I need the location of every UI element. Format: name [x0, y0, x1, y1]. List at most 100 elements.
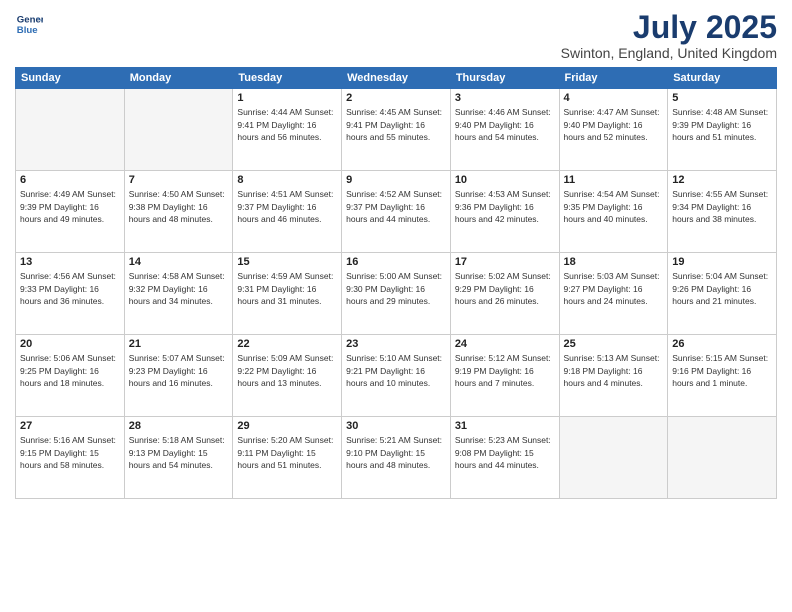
- day-number: 13: [20, 256, 120, 268]
- calendar-cell: 23 Sunrise: 5:10 AM Sunset: 9:21 PM Dayli…: [342, 335, 451, 417]
- day-info: Sunrise: 5:02 AM Sunset: 9:29 PM Dayligh…: [455, 270, 555, 307]
- calendar-cell: [16, 89, 125, 171]
- day-info: Sunrise: 4:56 AM Sunset: 9:33 PM Dayligh…: [20, 270, 120, 307]
- calendar-cell: 11Sunrise: 4:54 AM Sunset: 9:35 PM Dayli…: [559, 171, 668, 253]
- day-number: 31: [455, 420, 555, 432]
- day-info: Sunrise: 5:09 AM Sunset: 9:22 PM Dayligh…: [237, 352, 337, 389]
- day-number: 24: [455, 338, 555, 350]
- svg-text:General: General: [17, 14, 43, 25]
- calendar-cell: 2 Sunrise: 4:45 AM Sunset: 9:41 PM Daylig…: [342, 89, 451, 171]
- calendar-cell: 20Sunrise: 5:06 AM Sunset: 9:25 PM Dayli…: [16, 335, 125, 417]
- day-info: Sunrise: 5:15 AM Sunset: 9:16 PM Dayligh…: [672, 352, 772, 389]
- day-number: 1: [237, 92, 337, 104]
- weekday-header: Saturday: [668, 68, 777, 89]
- day-info: Sunrise: 4:49 AM Sunset: 9:39 PM Dayligh…: [20, 188, 120, 225]
- main-title: July 2025: [561, 10, 777, 45]
- day-number: 21: [129, 338, 229, 350]
- day-info: Sunrise: 5:04 AM Sunset: 9:26 PM Dayligh…: [672, 270, 772, 307]
- day-info: Sunrise: 5:20 AM Sunset: 9:11 PM Dayligh…: [237, 434, 337, 471]
- weekday-header: Monday: [124, 68, 233, 89]
- day-number: 6: [20, 174, 120, 186]
- day-number: 25: [564, 338, 664, 350]
- day-number: 4: [564, 92, 664, 104]
- calendar-cell: 30Sunrise: 5:21 AM Sunset: 9:10 PM Dayli…: [342, 417, 451, 499]
- day-info: Sunrise: 5:23 AM Sunset: 9:08 PM Dayligh…: [455, 434, 555, 471]
- day-info: Sunrise: 4:52 AM Sunset: 9:37 PM Dayligh…: [346, 188, 446, 225]
- calendar-cell: 25 Sunrise: 5:13 AM Sunset: 9:18 PM Dayli…: [559, 335, 668, 417]
- day-info: Sunrise: 5:13 AM Sunset: 9:18 PM Dayligh…: [564, 352, 664, 389]
- day-number: 2: [346, 92, 446, 104]
- day-number: 8: [237, 174, 337, 186]
- calendar-week-row: 6 Sunrise: 4:49 AM Sunset: 9:39 PM Daylig…: [16, 171, 777, 253]
- day-info: Sunrise: 5:12 AM Sunset: 9:19 PM Dayligh…: [455, 352, 555, 389]
- day-info: Sunrise: 4:50 AM Sunset: 9:38 PM Dayligh…: [129, 188, 229, 225]
- logo: General Blue: [15, 10, 43, 38]
- day-number: 19: [672, 256, 772, 268]
- day-info: Sunrise: 4:58 AM Sunset: 9:32 PM Dayligh…: [129, 270, 229, 307]
- calendar-week-row: 1 Sunrise: 4:44 AM Sunset: 9:41 PM Daylig…: [16, 89, 777, 171]
- day-number: 23: [346, 338, 446, 350]
- day-number: 20: [20, 338, 120, 350]
- calendar-cell: 9 Sunrise: 4:52 AM Sunset: 9:37 PM Daylig…: [342, 171, 451, 253]
- calendar-cell: 22 Sunrise: 5:09 AM Sunset: 9:22 PM Dayli…: [233, 335, 342, 417]
- subtitle: Swinton, England, United Kingdom: [561, 45, 777, 61]
- day-info: Sunrise: 4:47 AM Sunset: 9:40 PM Dayligh…: [564, 106, 664, 143]
- page: General Blue July 2025 Swinton, England,…: [0, 0, 792, 612]
- svg-text:Blue: Blue: [17, 25, 38, 36]
- day-info: Sunrise: 5:03 AM Sunset: 9:27 PM Dayligh…: [564, 270, 664, 307]
- day-number: 3: [455, 92, 555, 104]
- calendar-cell: 4 Sunrise: 4:47 AM Sunset: 9:40 PM Daylig…: [559, 89, 668, 171]
- day-info: Sunrise: 5:00 AM Sunset: 9:30 PM Dayligh…: [346, 270, 446, 307]
- calendar-cell: 29 Sunrise: 5:20 AM Sunset: 9:11 PM Dayli…: [233, 417, 342, 499]
- day-number: 10: [455, 174, 555, 186]
- calendar-cell: 24 Sunrise: 5:12 AM Sunset: 9:19 PM Dayli…: [450, 335, 559, 417]
- calendar: SundayMondayTuesdayWednesdayThursdayFrid…: [15, 67, 777, 499]
- day-number: 29: [237, 420, 337, 432]
- day-info: Sunrise: 4:44 AM Sunset: 9:41 PM Dayligh…: [237, 106, 337, 143]
- calendar-cell: 3 Sunrise: 4:46 AM Sunset: 9:40 PM Daylig…: [450, 89, 559, 171]
- calendar-cell: 1 Sunrise: 4:44 AM Sunset: 9:41 PM Daylig…: [233, 89, 342, 171]
- day-number: 18: [564, 256, 664, 268]
- day-info: Sunrise: 4:54 AM Sunset: 9:35 PM Dayligh…: [564, 188, 664, 225]
- weekday-header: Tuesday: [233, 68, 342, 89]
- day-number: 7: [129, 174, 229, 186]
- day-info: Sunrise: 4:48 AM Sunset: 9:39 PM Dayligh…: [672, 106, 772, 143]
- calendar-cell: 21Sunrise: 5:07 AM Sunset: 9:23 PM Dayli…: [124, 335, 233, 417]
- day-info: Sunrise: 4:51 AM Sunset: 9:37 PM Dayligh…: [237, 188, 337, 225]
- calendar-cell: 5Sunrise: 4:48 AM Sunset: 9:39 PM Daylig…: [668, 89, 777, 171]
- day-number: 9: [346, 174, 446, 186]
- calendar-cell: 27Sunrise: 5:16 AM Sunset: 9:15 PM Dayli…: [16, 417, 125, 499]
- calendar-cell: [124, 89, 233, 171]
- calendar-week-row: 27Sunrise: 5:16 AM Sunset: 9:15 PM Dayli…: [16, 417, 777, 499]
- calendar-header-row: SundayMondayTuesdayWednesdayThursdayFrid…: [16, 68, 777, 89]
- day-info: Sunrise: 4:53 AM Sunset: 9:36 PM Dayligh…: [455, 188, 555, 225]
- calendar-cell: 8 Sunrise: 4:51 AM Sunset: 9:37 PM Daylig…: [233, 171, 342, 253]
- day-info: Sunrise: 5:16 AM Sunset: 9:15 PM Dayligh…: [20, 434, 120, 471]
- day-number: 17: [455, 256, 555, 268]
- weekday-header: Friday: [559, 68, 668, 89]
- calendar-week-row: 13 Sunrise: 4:56 AM Sunset: 9:33 PM Dayli…: [16, 253, 777, 335]
- day-info: Sunrise: 4:46 AM Sunset: 9:40 PM Dayligh…: [455, 106, 555, 143]
- calendar-cell: 14Sunrise: 4:58 AM Sunset: 9:32 PM Dayli…: [124, 253, 233, 335]
- title-block: July 2025 Swinton, England, United Kingd…: [561, 10, 777, 61]
- calendar-cell: 17 Sunrise: 5:02 AM Sunset: 9:29 PM Dayli…: [450, 253, 559, 335]
- calendar-cell: 19 Sunrise: 5:04 AM Sunset: 9:26 PM Dayli…: [668, 253, 777, 335]
- header: General Blue July 2025 Swinton, England,…: [15, 10, 777, 61]
- day-number: 15: [237, 256, 337, 268]
- day-info: Sunrise: 4:59 AM Sunset: 9:31 PM Dayligh…: [237, 270, 337, 307]
- calendar-cell: 31 Sunrise: 5:23 AM Sunset: 9:08 PM Dayli…: [450, 417, 559, 499]
- day-number: 22: [237, 338, 337, 350]
- calendar-week-row: 20Sunrise: 5:06 AM Sunset: 9:25 PM Dayli…: [16, 335, 777, 417]
- calendar-cell: 28Sunrise: 5:18 AM Sunset: 9:13 PM Dayli…: [124, 417, 233, 499]
- day-number: 30: [346, 420, 446, 432]
- weekday-header: Thursday: [450, 68, 559, 89]
- logo-icon: General Blue: [15, 10, 43, 38]
- calendar-cell: 18 Sunrise: 5:03 AM Sunset: 9:27 PM Dayli…: [559, 253, 668, 335]
- day-info: Sunrise: 5:10 AM Sunset: 9:21 PM Dayligh…: [346, 352, 446, 389]
- calendar-cell: 7 Sunrise: 4:50 AM Sunset: 9:38 PM Daylig…: [124, 171, 233, 253]
- calendar-cell: 16Sunrise: 5:00 AM Sunset: 9:30 PM Dayli…: [342, 253, 451, 335]
- day-info: Sunrise: 4:45 AM Sunset: 9:41 PM Dayligh…: [346, 106, 446, 143]
- calendar-cell: [559, 417, 668, 499]
- weekday-header: Sunday: [16, 68, 125, 89]
- day-info: Sunrise: 5:18 AM Sunset: 9:13 PM Dayligh…: [129, 434, 229, 471]
